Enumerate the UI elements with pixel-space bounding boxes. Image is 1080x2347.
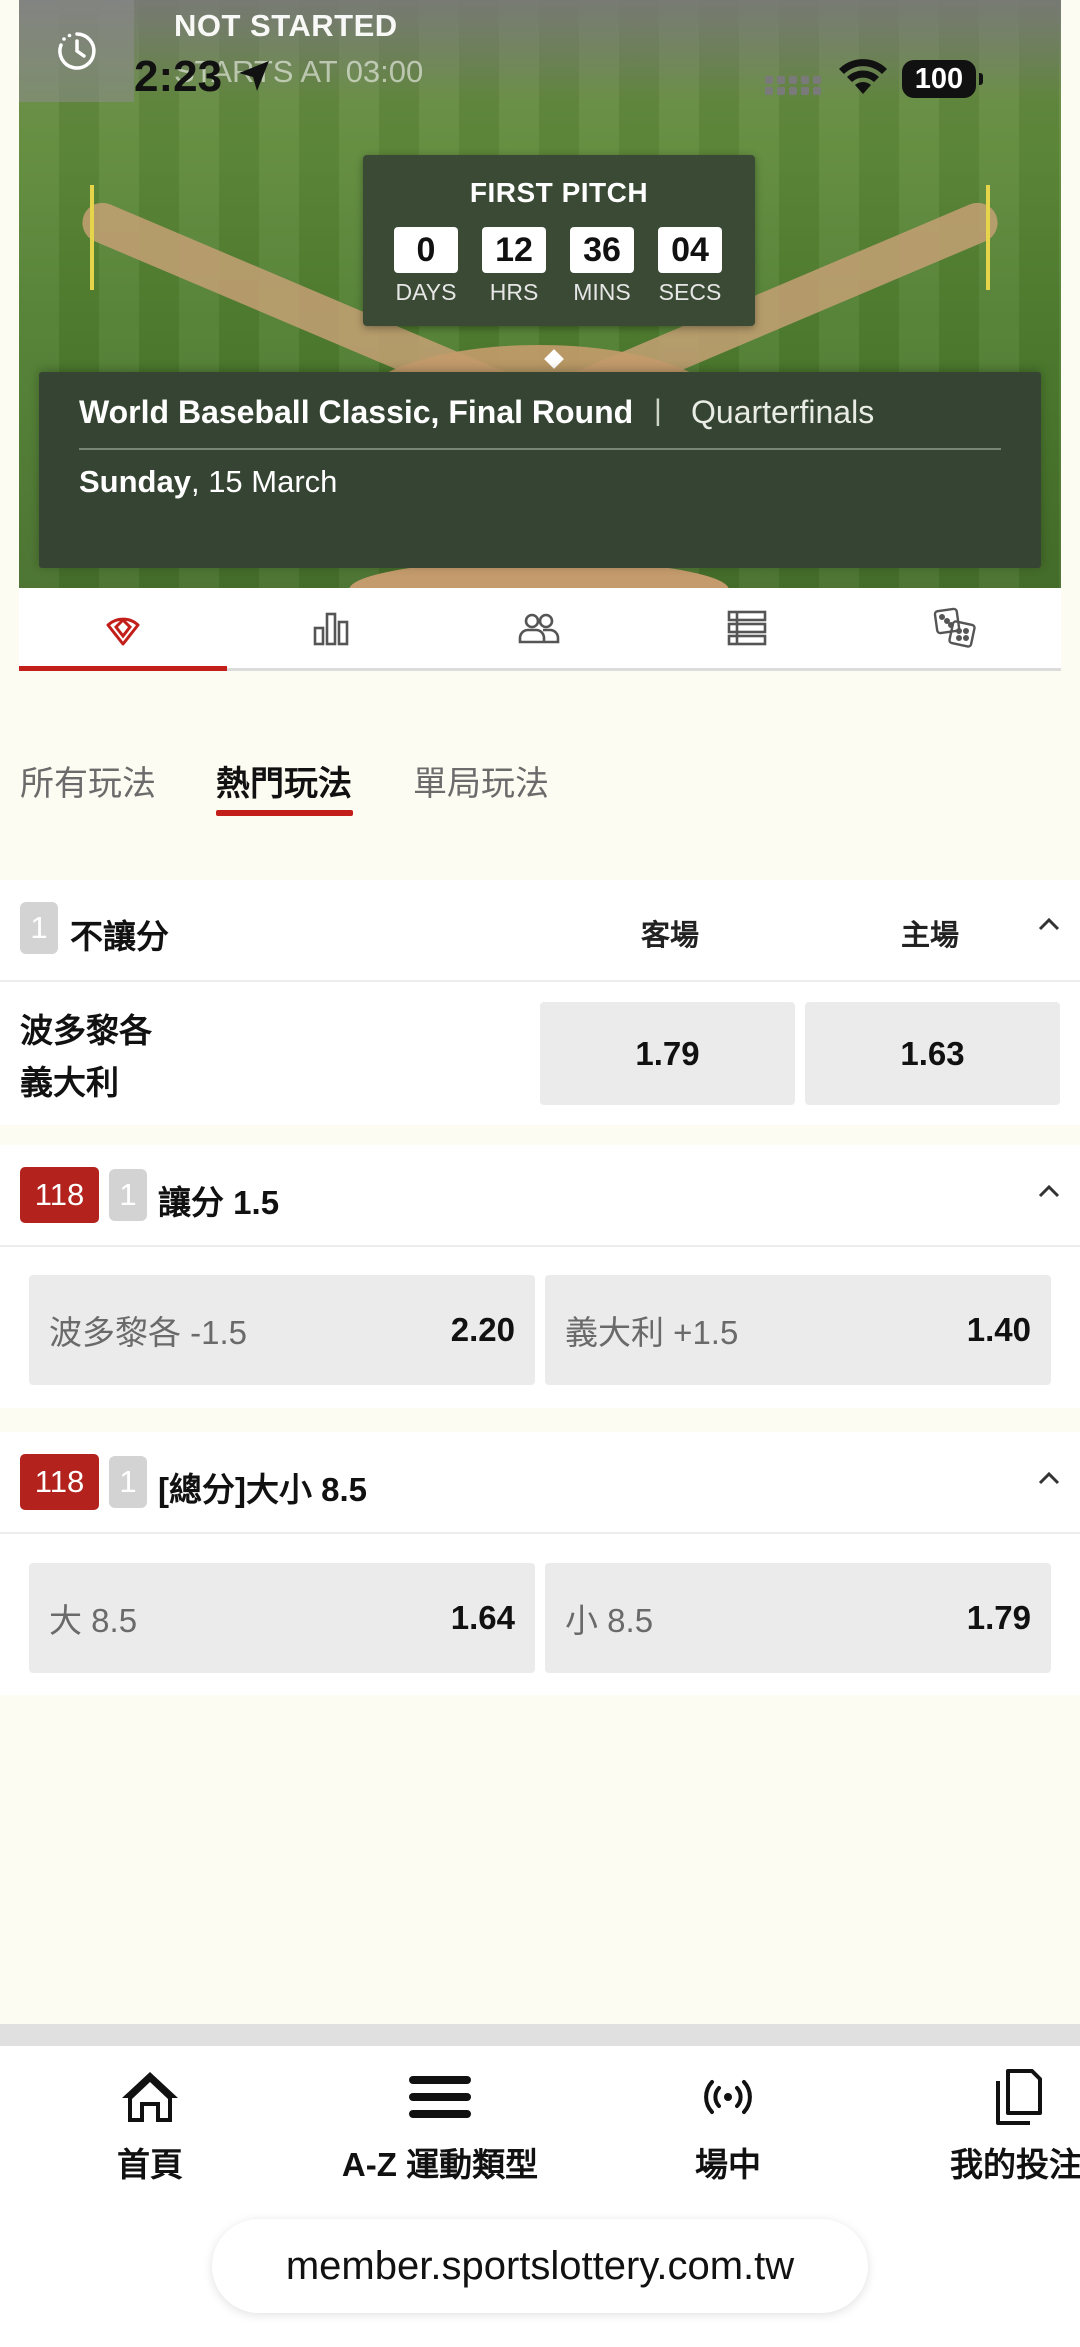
bottom-divider <box>0 2024 1080 2046</box>
nav-home[interactable]: 首頁 <box>92 2062 208 2186</box>
odds-button-home[interactable]: 1.63 <box>805 1002 1060 1105</box>
nav-live-label: 場中 <box>695 2146 761 2183</box>
odds-button-over[interactable]: 大 8.5 1.64 <box>29 1563 535 1673</box>
countdown-minutes: 36 MINS <box>569 227 635 306</box>
market-title: 讓分 1.5 <box>158 1184 280 1221</box>
nav-sports-label: A-Z 運動類型 <box>341 2146 539 2183</box>
match-info-card: World Baseball Classic, Final Round | Qu… <box>39 372 1041 568</box>
market-total: 118 1 [總分]大小 8.5 大 8.5 1.64 小 8.5 1.79 <box>0 1432 1080 1695</box>
market-title: 不讓分 <box>70 918 169 955</box>
countdown-days-label: DAYS <box>395 279 457 305</box>
subtab-all-markets[interactable]: 所有玩法 <box>20 756 156 805</box>
market-count-badge: 118 <box>20 1167 99 1223</box>
selection-label: 義大利 +1.5 <box>565 1314 739 1351</box>
column-away: 客場 <box>641 920 700 952</box>
clock-icon[interactable] <box>19 0 134 102</box>
live-broadcast-icon <box>676 2062 780 2132</box>
countdown-hours-value: 12 <box>482 227 546 273</box>
collapse-chevron-icon[interactable] <box>1036 1181 1062 1206</box>
nav-my-bets[interactable]: 我的投注 <box>950 2062 1080 2186</box>
selection-label: 小 8.5 <box>565 1602 654 1639</box>
active-subtab-indicator <box>216 810 353 816</box>
selection-odds: 1.40 <box>966 1311 1031 1348</box>
market-count-badge: 118 <box>20 1454 99 1510</box>
selection-odds: 2.20 <box>450 1311 515 1348</box>
home-icon <box>92 2062 208 2132</box>
title-separator: | <box>654 394 662 427</box>
baseball-diamond-icon <box>106 617 140 646</box>
browser-url-bar[interactable]: member.sportslottery.com.tw <box>212 2219 868 2313</box>
tab-games[interactable] <box>851 588 1059 668</box>
nav-my-bets-label: 我的投注 <box>950 2146 1080 2183</box>
bar-chart-icon <box>313 612 349 646</box>
collapse-chevron-icon[interactable] <box>1036 1468 1062 1493</box>
team-away-name: 波多黎各 <box>20 1012 152 1049</box>
countdown-seconds: 04 SECS <box>657 227 723 306</box>
tab-lineups[interactable] <box>435 588 643 668</box>
card-divider <box>79 448 1001 450</box>
active-tab-indicator <box>19 666 227 671</box>
people-icon <box>518 613 560 644</box>
market-header[interactable]: 118 1 [總分]大小 8.5 <box>0 1432 1080 1534</box>
countdown-seconds-label: SECS <box>658 279 722 305</box>
market-moneyline: 1 不讓分 客場 主場 波多黎各 義大利 1.79 1.63 <box>0 880 1080 1125</box>
market-title: [總分]大小 8.5 <box>158 1471 368 1508</box>
subtab-inning-markets[interactable]: 單局玩法 <box>413 756 549 805</box>
countdown-seconds-value: 04 <box>658 227 722 273</box>
match-date: Sunday, 15 March <box>79 464 337 500</box>
copy-documents-icon <box>950 2062 1080 2132</box>
countdown-panel: FIRST PITCH 0 DAYS 12 HRS 36 MINS 04 SEC… <box>363 155 755 326</box>
list-table-icon <box>727 610 767 646</box>
selection-odds: 1.64 <box>450 1599 515 1636</box>
market-handicap: 118 1 讓分 1.5 波多黎各 -1.5 2.20 義大利 +1.5 1.4… <box>0 1145 1080 1408</box>
odds-button-handicap-away[interactable]: 波多黎各 -1.5 2.20 <box>29 1275 535 1385</box>
column-home: 主場 <box>901 920 960 952</box>
market-index-badge: 1 <box>109 1456 147 1508</box>
match-date-rest: , 15 March <box>190 464 338 499</box>
selection-odds: 1.79 <box>966 1599 1031 1636</box>
selection-label: 波多黎各 -1.5 <box>49 1314 248 1351</box>
countdown-minutes-label: MINS <box>573 279 631 305</box>
battery-indicator: 100 <box>902 60 983 98</box>
subtab-popular-markets[interactable]: 熱門玩法 <box>216 756 352 805</box>
odds-button-away[interactable]: 1.79 <box>540 1002 795 1105</box>
market-header[interactable]: 1 不讓分 客場 主場 <box>0 880 1080 982</box>
wifi-icon <box>838 58 888 101</box>
status-bar-time: 2:23 <box>134 52 223 101</box>
cellular-signal-icon <box>765 68 823 103</box>
location-arrow-icon <box>236 58 272 99</box>
menu-icon <box>330 2062 550 2132</box>
collapse-chevron-icon[interactable] <box>1036 914 1062 939</box>
countdown-title: FIRST PITCH <box>469 177 649 208</box>
foul-pole-right <box>986 185 990 290</box>
countdown-minutes-value: 36 <box>570 227 634 273</box>
nav-sports-az[interactable]: A-Z 運動類型 <box>330 2062 550 2186</box>
odds-button-handicap-home[interactable]: 義大利 +1.5 1.40 <box>545 1275 1051 1385</box>
tab-stats[interactable] <box>227 588 435 668</box>
selection-label: 大 8.5 <box>49 1602 138 1639</box>
market-index-badge: 1 <box>109 1169 147 1221</box>
countdown-days-value: 0 <box>394 227 458 273</box>
nav-home-label: 首頁 <box>117 2146 183 2183</box>
market-header[interactable]: 118 1 讓分 1.5 <box>0 1145 1080 1247</box>
countdown-hours-label: HRS <box>489 279 539 305</box>
foul-pole-left <box>90 185 94 290</box>
match-date-day: Sunday <box>79 464 191 499</box>
countdown-hours: 12 HRS <box>481 227 547 306</box>
tab-markets[interactable] <box>19 588 227 668</box>
market-index-badge: 1 <box>20 902 58 954</box>
countdown-days: 0 DAYS <box>393 227 459 306</box>
dice-icon <box>933 607 976 648</box>
odds-button-under[interactable]: 小 8.5 1.79 <box>545 1563 1051 1673</box>
round-name: Quarterfinals <box>691 394 875 430</box>
nav-live[interactable]: 場中 <box>676 2062 780 2186</box>
tab-standings[interactable] <box>643 588 851 668</box>
tournament-name: World Baseball Classic, Final Round <box>79 394 634 430</box>
match-status: NOT STARTED <box>174 8 398 43</box>
team-home-name: 義大利 <box>20 1064 119 1101</box>
match-tab-bar <box>19 588 1061 671</box>
